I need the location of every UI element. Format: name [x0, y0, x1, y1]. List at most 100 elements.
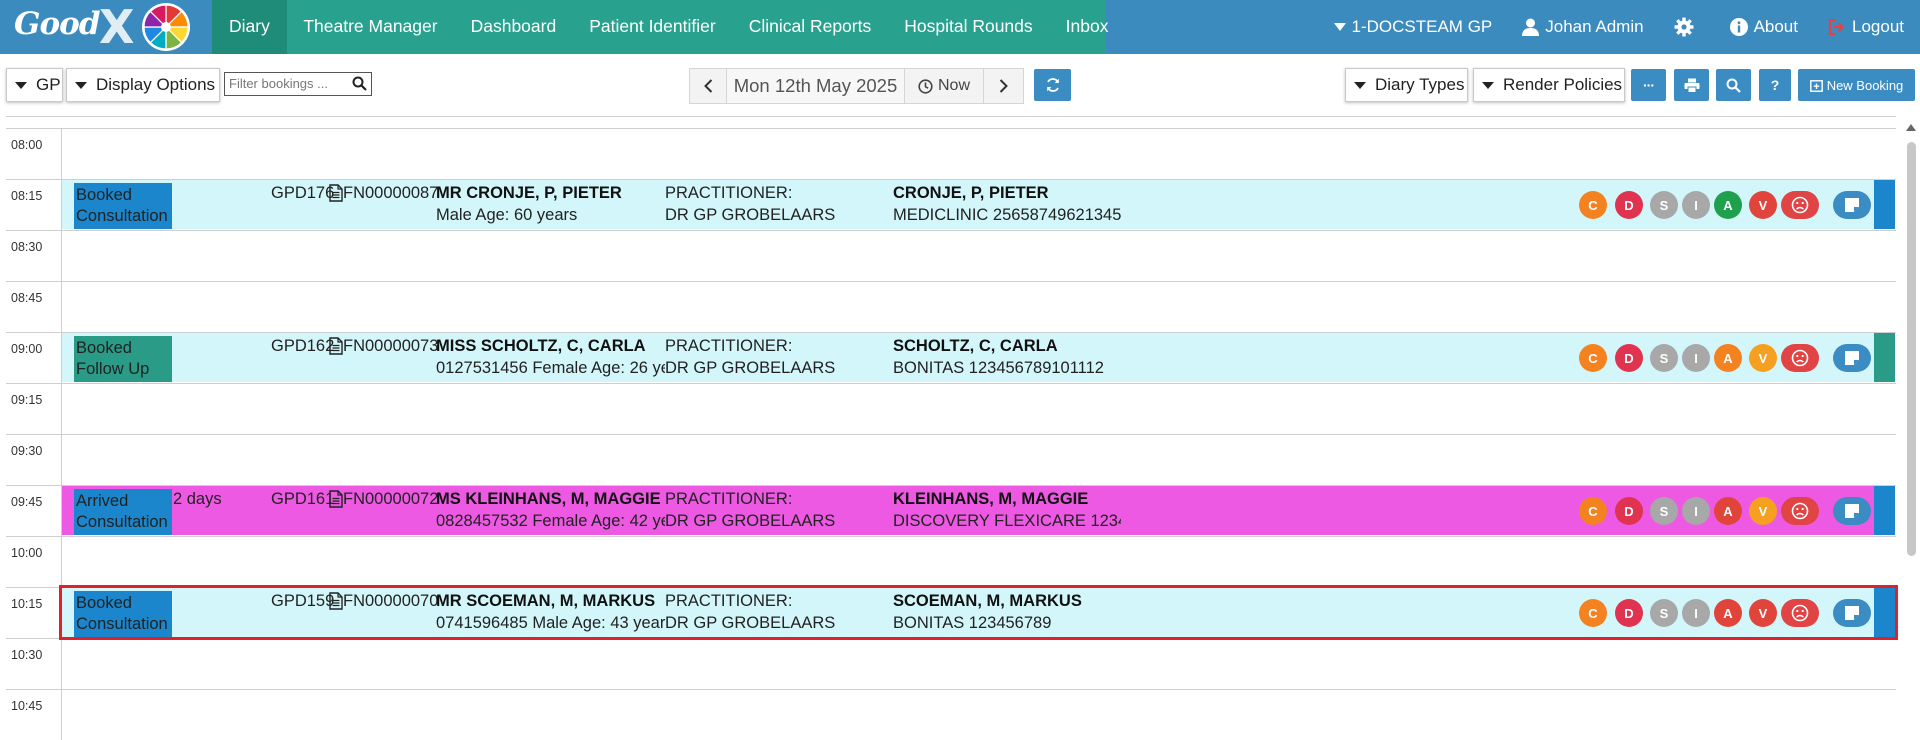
nav-patient-identifier[interactable]: Patient Identifier [573, 0, 732, 54]
now-button[interactable]: Now [905, 69, 984, 103]
nav-inbox[interactable]: Inbox [1049, 0, 1125, 54]
time-slot[interactable]: 10:00 [6, 536, 1896, 587]
booking-row[interactable]: Booked Consultation GPD176 FN00000087 MR… [62, 180, 1895, 229]
main-menu: Diary Theatre Manager Dashboard Patient … [212, 0, 1108, 54]
previous-day-button[interactable] [690, 69, 727, 103]
time-slot[interactable]: 08:45 [6, 281, 1896, 332]
action-i-button[interactable]: I [1682, 599, 1710, 627]
nav-hospital-rounds[interactable]: Hospital Rounds [888, 0, 1049, 54]
action-c-button[interactable]: C [1579, 191, 1607, 219]
action-sad-button[interactable] [1781, 497, 1819, 525]
notes-button[interactable] [1833, 599, 1871, 627]
action-s-button[interactable]: S [1650, 599, 1678, 627]
gp-dropdown[interactable]: GP [6, 68, 63, 102]
diary-scrollbar[interactable] [1903, 116, 1919, 740]
action-s-button[interactable]: S [1650, 344, 1678, 372]
patient-name[interactable]: MR CRONJE, P, PIETER [436, 184, 622, 203]
time-slot[interactable]: 08:30 [6, 230, 1896, 281]
action-sad-button[interactable] [1781, 344, 1819, 372]
nav-clinical-reports[interactable]: Clinical Reports [732, 0, 888, 54]
about-label: About [1753, 17, 1798, 36]
action-d-button[interactable]: D [1615, 191, 1643, 219]
time-slot[interactable]: 09:30 [6, 434, 1896, 485]
practice-selector[interactable]: 1-DOCSTEAM GP [1333, 17, 1492, 37]
action-a-button[interactable]: A [1714, 344, 1742, 372]
action-c-button[interactable]: C [1579, 599, 1607, 627]
patient-name[interactable]: MISS SCHOLTZ, C, CARLA [436, 337, 646, 356]
action-sad-button[interactable] [1781, 599, 1819, 627]
current-date[interactable]: Mon 12th May 2025 [727, 69, 905, 103]
display-options-dropdown[interactable]: Display Options [66, 68, 220, 102]
time-slot[interactable]: 10:30 [6, 638, 1896, 689]
action-i-button[interactable]: I [1682, 497, 1710, 525]
booking-row[interactable]: Booked Follow Up GPD162 FN00000073 MISS … [62, 333, 1895, 382]
notes-button[interactable] [1833, 344, 1871, 372]
action-i-button[interactable]: I [1682, 344, 1710, 372]
user-profile-link[interactable]: Johan Admin [1522, 17, 1644, 37]
more-options-button[interactable]: ··· [1631, 69, 1666, 101]
action-d-button[interactable]: D [1615, 344, 1643, 372]
nav-diary[interactable]: Diary [212, 0, 287, 54]
patient-name[interactable]: MS KLEINHANS, M, MAGGIE [436, 490, 661, 509]
user-icon [1522, 18, 1540, 36]
action-i-button[interactable]: I [1682, 191, 1710, 219]
gear-icon [1674, 17, 1694, 37]
notes-button[interactable] [1833, 497, 1871, 525]
document-icon[interactable] [329, 184, 343, 202]
scroll-thumb[interactable] [1907, 142, 1916, 556]
action-a-button[interactable]: A [1714, 599, 1742, 627]
booking-row[interactable]: Arrived Consultation 2 days GPD161 FN000… [62, 486, 1895, 535]
top-navigation-bar: Good X Diary Theatre Manager Dashboard P… [0, 0, 1920, 54]
action-a-button[interactable]: A [1714, 497, 1742, 525]
notes-button[interactable] [1833, 191, 1871, 219]
diary-types-dropdown[interactable]: Diary Types [1345, 68, 1468, 102]
document-icon[interactable] [329, 592, 343, 610]
action-v-button[interactable]: V [1749, 191, 1777, 219]
booking-row[interactable]: Booked Consultation GPD159 FN00000070 MR… [59, 585, 1898, 640]
nav-dashboard[interactable]: Dashboard [454, 0, 573, 54]
time-slot[interactable]: 09:15 [6, 383, 1896, 434]
action-s-button[interactable]: S [1650, 497, 1678, 525]
action-c-button[interactable]: C [1579, 344, 1607, 372]
booking-status[interactable]: Arrived Consultation [74, 489, 172, 535]
action-v-button[interactable]: V [1749, 344, 1777, 372]
document-icon[interactable] [329, 490, 343, 508]
patient-name[interactable]: MR SCOEMAN, M, MARKUS [436, 592, 655, 611]
new-booking-button[interactable]: New Booking [1798, 69, 1915, 101]
action-v-button[interactable]: V [1749, 599, 1777, 627]
action-c-button[interactable]: C [1579, 497, 1607, 525]
action-d-button[interactable]: D [1615, 599, 1643, 627]
action-v-button[interactable]: V [1749, 497, 1777, 525]
search-icon[interactable] [352, 76, 367, 91]
scroll-up-arrow-icon[interactable] [1906, 124, 1916, 131]
help-button[interactable]: ? [1759, 69, 1791, 101]
sad-face-icon [1791, 502, 1809, 520]
time-slot[interactable]: 10:45 [6, 689, 1896, 740]
file-number[interactable]: FN00000073 [343, 337, 438, 356]
file-number[interactable]: FN00000072 [343, 490, 438, 509]
action-a-button[interactable]: A [1714, 191, 1742, 219]
about-link[interactable]: About [1729, 17, 1798, 37]
action-sad-button[interactable] [1781, 191, 1819, 219]
refresh-button[interactable] [1034, 69, 1071, 101]
booking-status[interactable]: Booked Consultation [74, 183, 172, 229]
booking-status[interactable]: Booked Follow Up [74, 336, 172, 382]
print-button[interactable] [1674, 69, 1709, 101]
action-s-button[interactable]: S [1650, 191, 1678, 219]
file-number[interactable]: FN00000070 [343, 592, 438, 611]
nav-theatre-manager[interactable]: Theatre Manager [287, 0, 454, 54]
render-policies-dropdown[interactable]: Render Policies [1473, 68, 1625, 102]
next-day-button[interactable] [984, 69, 1023, 103]
practitioner-name: DR GP GROBELAARS [665, 512, 836, 530]
filter-bookings-input[interactable]: Filter bookings ... [224, 72, 372, 96]
booking-status[interactable]: Booked Consultation [74, 591, 172, 637]
document-icon[interactable] [329, 337, 343, 355]
search-button[interactable] [1716, 69, 1751, 101]
file-number[interactable]: FN00000087 [343, 184, 438, 203]
logout-link[interactable]: Logout [1828, 17, 1904, 37]
booking-status-text: Arrived [76, 492, 129, 510]
settings-button[interactable] [1674, 17, 1700, 37]
time-slot[interactable]: 08:00 [6, 128, 1896, 179]
goodx-logo[interactable]: Good X [10, 0, 200, 54]
action-d-button[interactable]: D [1615, 497, 1643, 525]
